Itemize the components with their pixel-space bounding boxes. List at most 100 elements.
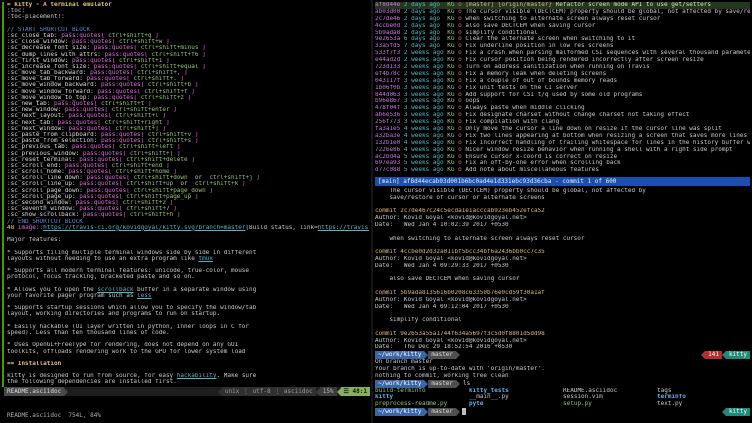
powerline-arrow-icon	[64, 388, 68, 396]
git-log-line	[375, 324, 750, 331]
git-status-line: Your branch is up-to-date with 'origin/m…	[375, 366, 750, 373]
powerline-arrow-icon	[456, 351, 460, 359]
git-log-line: commit 5b9ada8135616b0208c63350b76e0cd59…	[375, 290, 750, 297]
git-log-line: Date: Wed Jan 4 10:02:39 2017 +0530	[375, 222, 750, 229]
file-name: text.py	[657, 401, 750, 408]
commit-row[interactable]: 5b9ada8 2 days ago KG o simplify conditi…	[375, 30, 750, 37]
commit-row[interactable]: e44ad2d 2 weeks ago KG o Fix cursor posi…	[375, 57, 750, 64]
commit-row[interactable]: 256f773 3 weeks ago KG o Fix compilation…	[375, 119, 750, 126]
file-name: pyte	[469, 401, 563, 408]
prompt-hostname: kitty	[726, 408, 750, 416]
git-log-line: Author: Kovid Goyal <kovid@kovidgoyal.ne…	[375, 256, 750, 263]
commit-row[interactable]: ab03d00 2 days ago KG o The cursor visib…	[375, 9, 750, 16]
commit-row[interactable]: ab6e536 3 weeks ago KG o Fix designate c…	[375, 112, 750, 119]
git-log-line: Date: Wed Jan 4 09:29:33 2017 +0530	[375, 263, 750, 270]
ls-row: preprocess-readme.pypytesetup.pytext.py	[375, 401, 750, 408]
commit-row[interactable]: 723d133 2 weeks ago KG o Turn on address…	[375, 64, 750, 71]
commit-row[interactable]: d77c088 5 weeks ago KG o Add note about …	[375, 167, 750, 174]
file-name: setup.py	[563, 401, 657, 408]
commit-row[interactable]: af8d44e 2 days ago KG o [master] {origin…	[375, 2, 750, 9]
statusline-position: ☰ 48:1	[341, 387, 370, 396]
powerline-arrow-icon	[456, 380, 460, 388]
git-log-line	[375, 202, 750, 209]
prompt-hostname: kitty	[726, 351, 750, 359]
commit-row[interactable]: 2c7de46 2 days ago KG o when switching t…	[375, 16, 750, 23]
commit-row[interactable]: ac2bd4a 5 weeks ago KG o Ensure cursor x…	[375, 154, 750, 161]
active-window-border	[2, 2, 4, 387]
git-log-line: commit 2c7de467c24c5ecda1e1acccab923eb45…	[375, 208, 750, 215]
commit-row[interactable]: 7226e86 4 weeks ago KG o Nicer window re…	[375, 147, 750, 154]
file-name: preprocess-readme.py	[375, 401, 469, 408]
git-log-line: also save DECTCEM when saving cursor	[375, 276, 750, 283]
commit-row[interactable]: 478f04f 3 weeks ago KG o Always paste wh…	[375, 105, 750, 112]
prompt-branch: master	[428, 351, 456, 359]
git-status-line: On branch master	[375, 359, 750, 366]
git-log-line	[375, 229, 750, 236]
commit-row[interactable]: ef4b78c 2 weeks ago KG o Fix a memory le…	[375, 71, 750, 78]
git-log-line: Date: Thu Dec 29 18:52:54 2016 +0530	[375, 344, 750, 351]
file-name: kitty_tests	[469, 388, 563, 395]
git-log-line: save/restore of cursor or alternate scre…	[375, 195, 750, 202]
prompt-cwd: ~/work/kitty	[375, 408, 424, 416]
git-log-output: The cursor visible (DECTCEM) property sh…	[375, 188, 750, 351]
prompt-exit-code: 141	[705, 351, 722, 359]
shell-window[interactable]: The cursor visible (DECTCEM) property sh…	[375, 188, 750, 421]
commit-row[interactable]: 1b06f0b 3 weeks ago KG o Fix unit tests …	[375, 85, 750, 92]
prompt-branch: master	[428, 380, 456, 388]
git-log-line	[375, 242, 750, 249]
commit-row[interactable]: 33a5fd5 7 days ago KG o Fix underline po…	[375, 43, 750, 50]
statusline-filename: README.asciidoc	[4, 387, 64, 396]
commit-row[interactable]: 4ccbe0d 2 days ago KG o also save DECTCE…	[375, 23, 750, 30]
commit-row[interactable]: fa3a1e5 4 weeks ago KG o Only move the c…	[375, 126, 750, 133]
prompt-cwd: ~/work/kitty	[375, 351, 424, 359]
shell-prompt-current[interactable]: ~/work/kitty master kitty	[375, 408, 750, 416]
git-log-line: commit 9e2653a55a1744f634a5697f3c5d0f880…	[375, 331, 750, 338]
commit-row[interactable]: 697ea93 5 weeks ago KG o Fix an off-by-o…	[375, 160, 750, 167]
git-status-output: On branch masterYour branch is up-to-dat…	[375, 359, 750, 379]
file-name: README.asciidoc	[563, 388, 657, 395]
powerline-arrow-icon	[456, 408, 460, 416]
vim-window[interactable]: = kitty - A terminal emulator:toc::toc-p…	[2, 2, 370, 421]
kitty-terminal-window: = kitty - A terminal emulator:toc::toc-p…	[0, 0, 752, 423]
editor-line: 48 image::https://travis-ci.org/kovidgoy…	[7, 225, 369, 231]
file-name: kitty	[375, 394, 469, 401]
tig-statusbar: [main] af8d44ecab03d001b6bc0ad4e1d331ebc…	[375, 177, 750, 186]
git-log-line: Author: Kovid Goyal <kovid@kovidgoyal.ne…	[375, 297, 750, 304]
ls-output: build-terminfokitty_testsREADME.asciidoc…	[375, 388, 750, 408]
vim-statusline: README.asciidoc unix ⋮ utf-8 ⋮ asciidoc …	[4, 387, 370, 396]
file-name: build-terminfo	[375, 388, 469, 395]
commit-row[interactable]: 9e2653a 6 days ago KG o Clear the altern…	[375, 36, 750, 43]
file-name: terminfo	[657, 394, 750, 401]
window-separator	[371, 0, 373, 423]
file-name: tags	[657, 388, 750, 395]
file-name: session.vim	[563, 394, 657, 401]
commit-row[interactable]: 132b1e0 4 weeks ago KG o Fix incorrect h…	[375, 140, 750, 147]
commit-row[interactable]: b96e867 3 weeks ago KG o oops	[375, 98, 750, 105]
commit-row[interactable]: a32ba3e 4 weeks ago KG o Fix two lines a…	[375, 133, 750, 140]
git-log-line: The cursor visible (DECTCEM) property sh…	[375, 188, 750, 195]
tig-window[interactable]: af8d44e 2 days ago KG o [master] {origin…	[375, 2, 750, 176]
vim-cmdline: README.asciidoc 754L, 84%	[7, 412, 101, 419]
file-name: __main__.py	[469, 394, 563, 401]
prompt-cwd: ~/work/kitty	[375, 380, 424, 388]
git-log-line: Author: Kovid Goyal <kovid@kovidgoyal.ne…	[375, 215, 750, 222]
git-log-line: when switching to alternate screen alway…	[375, 236, 750, 243]
git-log-line: Date: Wed Jan 4 09:12:04 2017 +0530	[375, 304, 750, 311]
statusline-percent: 15%	[320, 387, 337, 396]
prompt-branch: master	[428, 408, 456, 416]
editor-line: the following dependencies are installed…	[7, 379, 369, 385]
git-log-line	[375, 283, 750, 290]
terminal-cursor	[462, 408, 466, 415]
git-log-line: simplify conditional	[375, 317, 750, 324]
commit-row[interactable]: 844d063 3 weeks ago KG o Add support for…	[375, 92, 750, 99]
git-log-line	[375, 310, 750, 317]
ls-row: build-terminfokitty_testsREADME.asciidoc…	[375, 388, 750, 395]
commit-row[interactable]: 533f7f3 2 weeks ago KG o Fix a crash whe…	[375, 50, 750, 57]
statusline-fileinfo: unix ⋮ utf-8 ⋮ asciidoc	[222, 387, 316, 396]
ls-row: kitty__main__.pysession.vimterminfo	[375, 394, 750, 401]
shell-prompt: ~/work/kitty master 141 kitty	[375, 351, 750, 359]
commit-row[interactable]: 043117f 3 weeks ago KG o Fix a couple of…	[375, 78, 750, 85]
editor-buffer[interactable]: = kitty - A terminal emulator:toc::toc-p…	[7, 2, 369, 387]
git-log-line	[375, 270, 750, 277]
shell-prompt: ~/work/kitty master ls	[375, 380, 750, 388]
